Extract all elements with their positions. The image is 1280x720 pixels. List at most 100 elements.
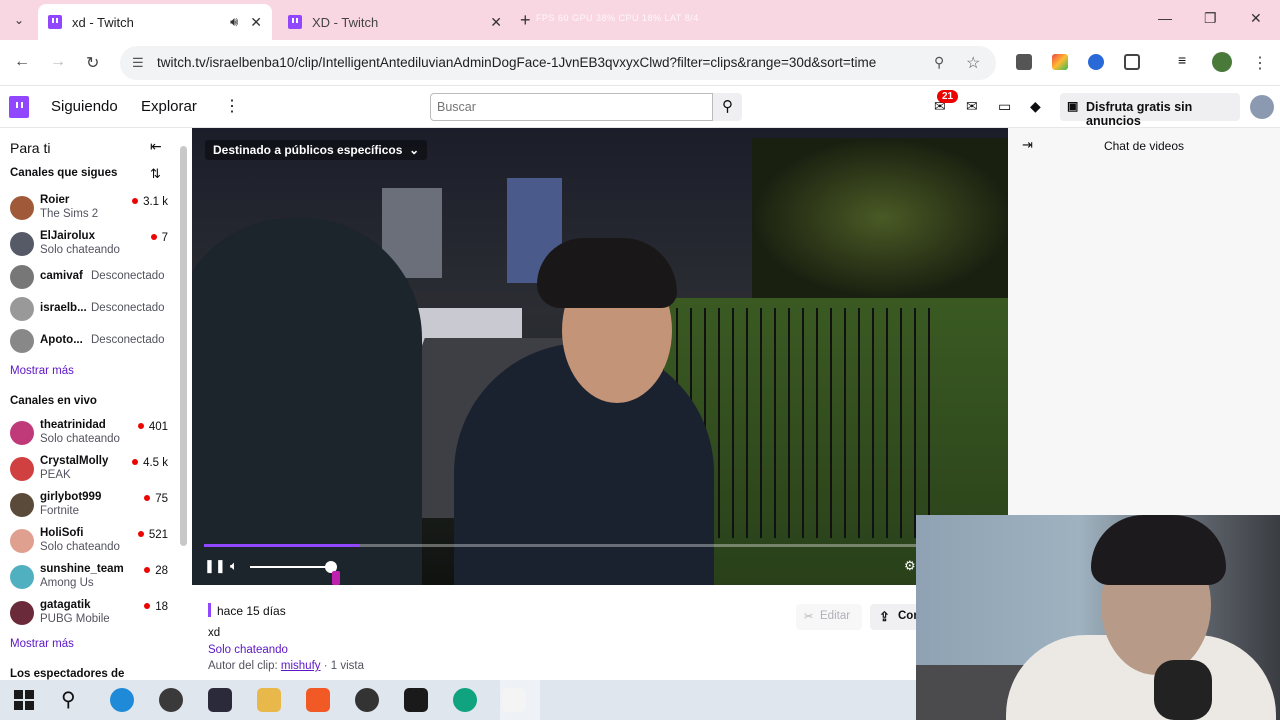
- ad-free-button[interactable]: ▣ Disfruta gratis sin anuncios: [1060, 93, 1240, 128]
- sidebar-title: Para ti: [10, 140, 51, 156]
- sidebar: Para ti ⇤ Canales que sigues ⇅ Roier The…: [0, 128, 192, 680]
- speaker-icon[interactable]: 🔊︎: [230, 14, 238, 30]
- sidebar-channel[interactable]: Roier The Sims 2 3.1 k: [10, 193, 178, 223]
- profile-avatar-icon[interactable]: [1212, 52, 1232, 72]
- tab-search-chevron-icon[interactable]: ⌄: [10, 11, 28, 29]
- audience-dropdown[interactable]: Destinado a públicos específicos ⌄: [205, 140, 428, 160]
- zoom-search-icon[interactable]: ⚲: [934, 54, 944, 71]
- webcam-person-hair: [1091, 515, 1226, 585]
- url-text[interactable]: twitch.tv/israelbenba10/clip/Intelligent…: [157, 55, 876, 70]
- channel-avatar: [10, 601, 34, 625]
- record-icon[interactable]: [355, 688, 379, 712]
- channel-name: ElJairolux: [40, 230, 95, 242]
- sidebar-channel[interactable]: camivaf Desconectado: [10, 262, 178, 292]
- chat-panel: Chat de videos ⇥: [1008, 128, 1280, 515]
- volume-icon[interactable]: 🔈︎: [230, 558, 238, 574]
- bookmark-star-icon[interactable]: ☆: [966, 53, 980, 73]
- brave-icon[interactable]: [306, 688, 330, 712]
- sidebar-channel[interactable]: gatagatik PUBG Mobile 18: [10, 598, 178, 628]
- channel-name: camivaf: [40, 270, 83, 282]
- tab-active[interactable]: xd - Twitch 🔊︎ ✕: [38, 4, 272, 40]
- whispers-icon[interactable]: ▭: [998, 98, 1011, 115]
- volume-slider[interactable]: [250, 561, 337, 573]
- channel-avatar: [10, 493, 34, 517]
- ad-free-icon: ▣: [1067, 99, 1079, 113]
- sidebar-channel[interactable]: theatrinidad Solo chateando 401: [10, 418, 178, 448]
- seek-bar[interactable]: [204, 544, 1004, 547]
- volume-fill: [250, 566, 331, 568]
- twitch-favicon-icon: [288, 15, 302, 29]
- notification-badge: 21: [937, 90, 959, 103]
- restore-icon[interactable]: ❐: [1204, 10, 1217, 27]
- settings-gear-icon[interactable]: ⚙: [904, 558, 916, 574]
- reload-icon[interactable]: ↻: [86, 53, 99, 73]
- channel-name: sunshine_team: [40, 563, 124, 575]
- user-avatar[interactable]: [1250, 95, 1274, 119]
- windows-start-icon[interactable]: [14, 690, 34, 710]
- extension-shield-icon[interactable]: [1016, 54, 1032, 70]
- collapse-sidebar-icon[interactable]: ⇤: [150, 138, 162, 155]
- browser-menu-icon[interactable]: ⋮: [1252, 53, 1268, 73]
- twitch-logo-icon[interactable]: [9, 96, 29, 118]
- back-arrow-icon[interactable]: ←: [14, 53, 30, 71]
- search-icon[interactable]: ⚲: [713, 93, 742, 121]
- sort-icon[interactable]: ⇅: [150, 166, 161, 182]
- nav-following[interactable]: Siguiendo: [51, 98, 118, 115]
- minimize-icon[interactable]: —: [1158, 10, 1172, 26]
- extension-blue-icon[interactable]: [1088, 54, 1104, 70]
- folder-icon[interactable]: [257, 688, 281, 712]
- webcam-microphone: [1154, 660, 1212, 720]
- channel-game: Fortnite: [40, 505, 79, 517]
- extension-color-icon[interactable]: [1052, 54, 1068, 70]
- bits-icon[interactable]: ◆: [1030, 98, 1041, 115]
- edge-icon[interactable]: [110, 688, 134, 712]
- edit-button[interactable]: ✂ Editar: [796, 604, 862, 630]
- sidebar-channel[interactable]: Apoto... Desconectado: [10, 326, 178, 356]
- omnibox[interactable]: ☰ twitch.tv/israelbenba10/clip/Intellige…: [120, 46, 996, 80]
- expand-chat-icon[interactable]: ⇥: [1022, 137, 1033, 153]
- twitch-favicon-icon: [48, 15, 62, 29]
- more-menu-icon[interactable]: ⋮: [224, 96, 240, 116]
- share-button[interactable]: ⇪ Compartir: [870, 604, 916, 630]
- viewer-count: 7: [151, 232, 168, 244]
- sidebar-scrollbar[interactable]: [180, 146, 187, 546]
- channel-name: gatagatik: [40, 599, 91, 611]
- obs-icon[interactable]: [159, 688, 183, 712]
- sidebar-channel[interactable]: HoliSofi Solo chateando 521: [10, 526, 178, 556]
- clip-author-line: Autor del clip: mishufy · 1 vista: [208, 660, 364, 672]
- window-close-icon[interactable]: ✕: [1250, 10, 1262, 27]
- close-tab-icon[interactable]: ✕: [490, 14, 502, 31]
- nav-browse[interactable]: Explorar: [141, 98, 197, 115]
- taskbar-search-icon[interactable]: ⚲: [61, 687, 76, 712]
- new-tab-plus-icon[interactable]: +: [520, 10, 531, 31]
- sidebar-channel[interactable]: sunshine_team Among Us 28: [10, 562, 178, 592]
- show-more-followed[interactable]: Mostrar más: [10, 365, 74, 377]
- sidebar-channel[interactable]: ElJairolux Solo chateando 7: [10, 229, 178, 259]
- capcut-icon[interactable]: [404, 688, 428, 712]
- media-controls-icon[interactable]: ≡: [1178, 52, 1194, 68]
- close-tab-icon[interactable]: ✕: [250, 14, 262, 31]
- channel-avatar: [10, 529, 34, 553]
- mail-icon[interactable]: ✉: [966, 98, 978, 115]
- extensions-puzzle-icon[interactable]: [1124, 54, 1140, 70]
- twitch-top-nav: Siguiendo Explorar ⋮ ⚲ ✉ 21 ✉ ▭ ◆ ▣ Disf…: [0, 86, 1280, 128]
- forward-arrow-icon[interactable]: →: [50, 53, 66, 71]
- clip-category[interactable]: Solo chateando: [208, 644, 288, 656]
- live-header: Canales en vivo: [10, 395, 97, 407]
- chatgpt-icon[interactable]: [453, 688, 477, 712]
- channel-avatar: [10, 297, 34, 321]
- sidebar-channel[interactable]: CrystalMolly PEAK 4.5 k: [10, 454, 178, 484]
- show-more-live[interactable]: Mostrar más: [10, 638, 74, 650]
- search-input[interactable]: [430, 93, 713, 121]
- author-link[interactable]: mishufy: [281, 660, 321, 672]
- tab-inactive[interactable]: XD - Twitch ✕: [278, 4, 512, 40]
- pause-icon[interactable]: ❚❚: [204, 558, 226, 574]
- paint-icon[interactable]: [502, 688, 526, 712]
- seek-bar-fill: [204, 544, 360, 547]
- sidebar-channel[interactable]: girlybot999 Fortnite 75: [10, 490, 178, 520]
- site-info-icon[interactable]: ☰: [132, 55, 144, 71]
- channel-game: PEAK: [40, 469, 71, 481]
- video-player[interactable]: Destinado a públicos específicos ⌄ ❚❚ 🔈︎…: [192, 128, 1008, 585]
- react-icon[interactable]: [208, 688, 232, 712]
- sidebar-channel[interactable]: israelb... Desconectado: [10, 294, 178, 324]
